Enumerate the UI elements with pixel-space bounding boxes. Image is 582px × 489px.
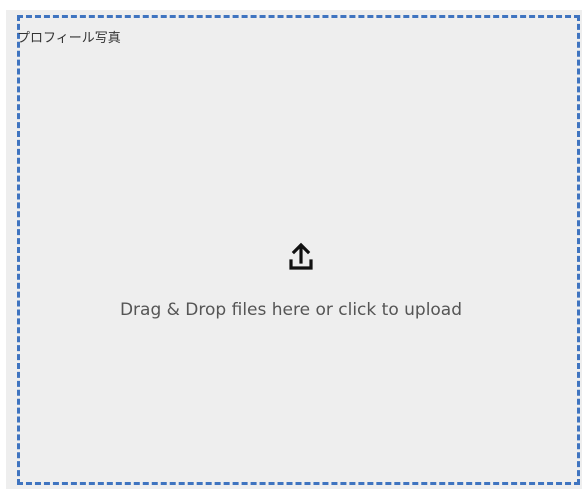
dropzone-hint: Drag & Drop files here or click to uploa… [119, 300, 463, 320]
upload-icon[interactable] [283, 238, 319, 274]
field-label: プロフィール写真 [17, 31, 121, 46]
